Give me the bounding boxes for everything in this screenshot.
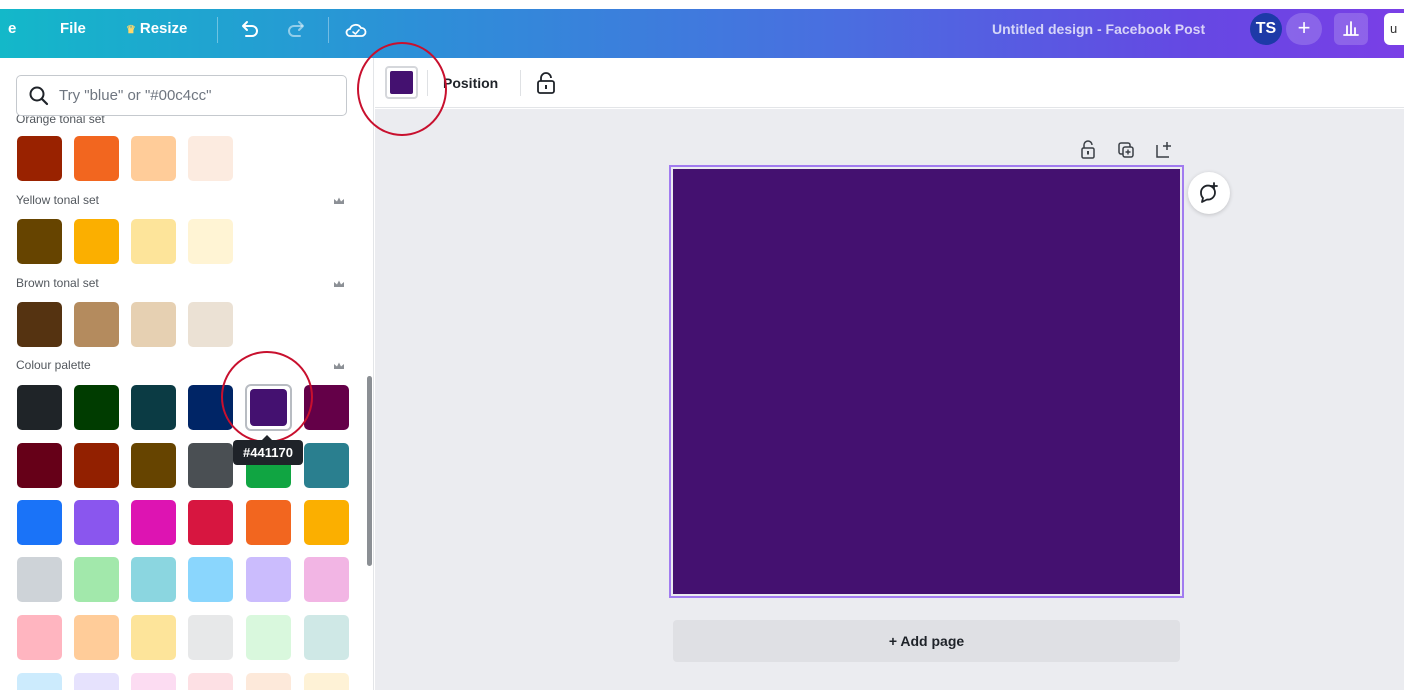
colour-swatch[interactable] (131, 615, 176, 660)
annotation-circle (357, 42, 447, 136)
colour-swatch[interactable] (131, 385, 176, 430)
lock-page-icon[interactable] (1077, 139, 1099, 161)
colour-swatch[interactable] (131, 673, 176, 690)
context-toolbar: Position (375, 58, 1404, 108)
design-page[interactable] (673, 169, 1180, 594)
colour-swatch[interactable] (246, 500, 291, 545)
colour-swatch[interactable] (304, 443, 349, 488)
colour-swatch[interactable] (17, 673, 62, 690)
colour-swatch[interactable] (74, 219, 119, 264)
colour-swatch[interactable] (131, 443, 176, 488)
colour-swatch[interactable] (304, 500, 349, 545)
colour-swatch[interactable] (17, 136, 62, 181)
redo-icon[interactable] (284, 17, 310, 43)
colour-swatch[interactable] (131, 302, 176, 347)
divider (217, 17, 218, 43)
colour-swatch[interactable] (304, 673, 349, 690)
crown-icon (334, 280, 344, 287)
colour-swatch[interactable] (74, 302, 119, 347)
lock-icon[interactable] (535, 71, 557, 95)
colour-swatch[interactable] (74, 500, 119, 545)
colour-swatch[interactable] (74, 385, 119, 430)
cloud-saved-icon[interactable] (343, 17, 369, 43)
colour-swatch[interactable] (188, 673, 233, 690)
colour-swatch[interactable] (74, 615, 119, 660)
colour-swatch[interactable] (17, 557, 62, 602)
annotation-circle (221, 351, 313, 443)
colour-swatch[interactable] (188, 500, 233, 545)
section-label: Yellow tonal set (16, 193, 99, 207)
colour-swatch[interactable] (188, 443, 233, 488)
colour-swatch[interactable] (246, 673, 291, 690)
colour-swatch[interactable] (246, 615, 291, 660)
colour-swatch[interactable] (188, 136, 233, 181)
home-button[interactable]: e (8, 9, 16, 58)
colour-swatch[interactable] (188, 615, 233, 660)
comment-button[interactable] (1188, 172, 1230, 214)
colour-tooltip: #441170 (233, 435, 303, 465)
panel-scrollbar[interactable] (367, 376, 372, 566)
colour-swatch[interactable] (131, 557, 176, 602)
search-icon (29, 86, 49, 106)
resize-label: Resize (139, 20, 188, 37)
bar-chart-icon (1343, 21, 1359, 36)
file-menu[interactable]: File (60, 9, 86, 58)
section-label-colour-palette: Colour palette (16, 358, 91, 372)
design-title[interactable]: Untitled design - Facebook Post (992, 9, 1205, 49)
colour-swatch[interactable] (17, 219, 62, 264)
colour-swatch[interactable] (17, 443, 62, 488)
colour-panel: Orange tonal set Yellow tonal setBrown t… (0, 58, 374, 690)
undo-icon[interactable] (236, 17, 262, 43)
colour-swatch[interactable] (304, 615, 349, 660)
add-comment-icon (1200, 182, 1218, 203)
avatar[interactable]: TS (1250, 13, 1282, 45)
colour-swatch[interactable] (17, 500, 62, 545)
colour-search[interactable] (16, 75, 347, 116)
colour-swatch[interactable] (131, 219, 176, 264)
colour-swatch[interactable] (17, 302, 62, 347)
colour-swatch[interactable] (74, 443, 119, 488)
duplicate-page-icon[interactable] (1115, 139, 1137, 161)
crown-icon (334, 197, 344, 204)
add-page-button[interactable]: + Add page (673, 620, 1180, 662)
colour-swatch[interactable] (17, 615, 62, 660)
crown-icon (334, 362, 344, 369)
colour-swatch[interactable] (188, 557, 233, 602)
colour-swatch[interactable] (74, 557, 119, 602)
position-button[interactable]: Position (443, 58, 498, 108)
add-page-icon[interactable] (1153, 139, 1175, 161)
colour-swatch[interactable] (74, 136, 119, 181)
colour-swatch[interactable] (131, 136, 176, 181)
colour-swatch[interactable] (74, 673, 119, 690)
add-collaborator-button[interactable]: + (1286, 13, 1322, 45)
section-label: Brown tonal set (16, 276, 99, 290)
colour-swatch[interactable] (188, 219, 233, 264)
resize-button[interactable]: ♛ Resize (126, 9, 187, 58)
colour-swatch[interactable] (17, 385, 62, 430)
colour-swatch[interactable] (131, 500, 176, 545)
share-button[interactable]: u (1384, 13, 1404, 45)
divider (328, 17, 329, 43)
divider (520, 70, 521, 96)
top-bar: e File ♛ Resize Untitled design - Faceboo… (0, 9, 1404, 58)
colour-swatch[interactable] (304, 557, 349, 602)
insights-button[interactable] (1334, 13, 1368, 45)
search-input[interactable] (59, 76, 339, 115)
colour-swatch[interactable] (246, 557, 291, 602)
colour-swatch[interactable] (188, 302, 233, 347)
crown-icon: ♛ (126, 24, 136, 36)
